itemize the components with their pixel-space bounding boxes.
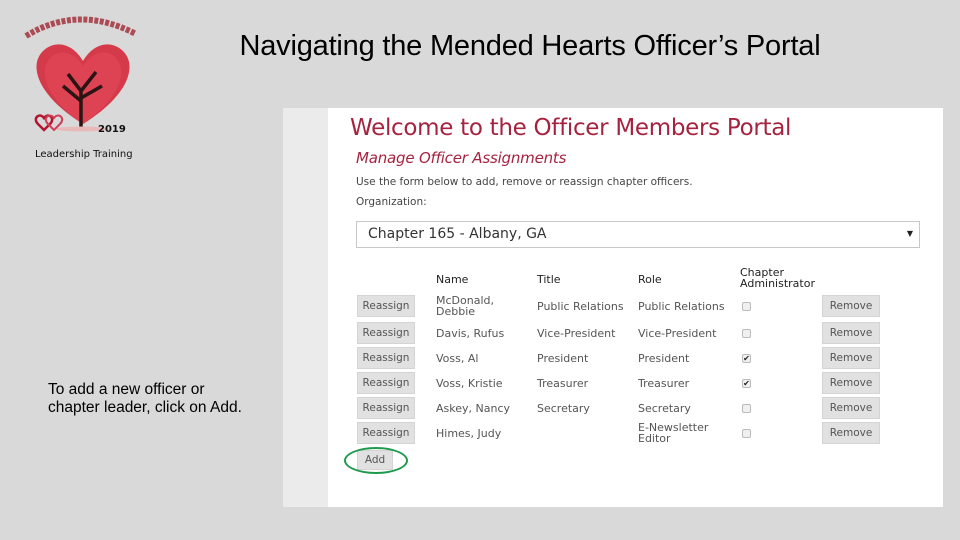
chapter-admin-checkbox[interactable]: [742, 329, 751, 338]
officer-name-line1: Askey, Nancy: [436, 402, 511, 415]
officer-role-line1: Secretary: [638, 402, 691, 415]
column-header-title: Title: [537, 273, 561, 286]
officer-row: Reassign Voss, Kristie Treasurer Treasurer ✔…: [328, 372, 943, 396]
chapter-admin-checkbox[interactable]: ✔: [742, 379, 751, 388]
officer-role: Public Relations: [638, 301, 725, 312]
chapter-admin-checkbox[interactable]: [742, 429, 751, 438]
officer-name-line2: Debbie: [436, 305, 476, 318]
remove-button[interactable]: Remove: [822, 397, 880, 419]
organization-label: Organization:: [356, 196, 427, 208]
officer-role-line1: President: [638, 352, 690, 365]
officer-name-line1: Voss, Kristie: [436, 377, 503, 390]
reassign-button[interactable]: Reassign: [357, 372, 415, 394]
remove-button[interactable]: Remove: [822, 347, 880, 369]
officer-title: Vice-President: [537, 327, 616, 340]
column-header-name: Name: [436, 273, 469, 286]
column-header-role: Role: [638, 273, 662, 286]
remove-button[interactable]: Remove: [822, 422, 880, 444]
portal-sidebar-strip: [283, 108, 328, 507]
reassign-button[interactable]: Reassign: [357, 347, 415, 369]
reassign-button[interactable]: Reassign: [357, 397, 415, 419]
officer-role: President: [638, 353, 689, 364]
logo-caption: Leadership Training: [35, 149, 133, 160]
slide-title: Navigating the Mended Hearts Officer’s P…: [239, 30, 821, 62]
chapter-admin-checkbox[interactable]: [742, 404, 751, 413]
officer-name: McDonald, Debbie: [436, 295, 494, 317]
organization-select[interactable]: Chapter 165 - Albany, GA ▼: [356, 221, 920, 248]
officer-role-line2: Editor: [638, 432, 671, 445]
slide-caption: To add a new officer or chapter leader, …: [48, 381, 242, 416]
column-header-admin-line2: Administrator: [740, 277, 815, 290]
column-header-admin: Chapter Administrator: [740, 267, 815, 289]
officer-title: Secretary: [537, 402, 590, 415]
portal-description: Use the form below to add, remove or rea…: [356, 176, 693, 188]
officer-role-line1: Public Relations: [638, 300, 725, 313]
officer-name: Voss, Kristie: [436, 378, 503, 389]
chapter-admin-checkbox[interactable]: ✔: [742, 354, 751, 363]
portal-content: Welcome to the Officer Members Portal Ma…: [328, 108, 943, 507]
officer-role: Vice-President: [638, 328, 716, 339]
remove-button[interactable]: Remove: [822, 295, 880, 317]
remove-button[interactable]: Remove: [822, 322, 880, 344]
officer-name: Davis, Rufus: [436, 328, 504, 339]
officer-role: Treasurer: [638, 378, 689, 389]
chapter-admin-checkbox[interactable]: [742, 302, 751, 311]
officer-name-line1: Davis, Rufus: [436, 327, 505, 340]
officer-role-line1: Vice-President: [638, 327, 717, 340]
officer-role-line1: Treasurer: [638, 377, 690, 390]
officer-name-line1: Himes, Judy: [436, 427, 502, 440]
officer-row: Reassign McDonald, Debbie Public Relations P…: [328, 295, 943, 319]
officer-row: Reassign Davis, Rufus Vice-President Vice-P…: [328, 322, 943, 346]
officer-name: Voss, Al: [436, 353, 478, 364]
officer-title: Public Relations: [537, 300, 624, 313]
portal-screenshot: Welcome to the Officer Members Portal Ma…: [283, 108, 943, 507]
organization-select-value: Chapter 165 - Albany, GA: [368, 226, 547, 242]
officer-role: Secretary: [638, 403, 691, 414]
remove-button[interactable]: Remove: [822, 372, 880, 394]
officer-name-line1: Voss, Al: [436, 352, 479, 365]
chevron-down-icon: ▼: [906, 229, 913, 238]
officer-name: Himes, Judy: [436, 428, 501, 439]
logo-year: 2019: [98, 124, 126, 135]
portal-title: Welcome to the Officer Members Portal: [350, 115, 792, 141]
officer-row: Reassign Himes, Judy E-Newsletter Editor Rem…: [328, 422, 943, 446]
reassign-button[interactable]: Reassign: [357, 295, 415, 317]
officer-title: Treasurer: [537, 377, 589, 390]
add-officer-button[interactable]: Add: [357, 450, 393, 470]
officer-role: E-Newsletter Editor: [638, 422, 708, 444]
reassign-button[interactable]: Reassign: [357, 422, 415, 444]
officer-row: Reassign Voss, Al President President ✔ Remov…: [328, 347, 943, 371]
officer-name: Askey, Nancy: [436, 403, 510, 414]
reassign-button[interactable]: Reassign: [357, 322, 415, 344]
officer-title: President: [537, 352, 589, 365]
officer-row: Reassign Askey, Nancy Secretary Secretary Re…: [328, 397, 943, 421]
portal-subtitle: Manage Officer Assignments: [356, 149, 567, 167]
